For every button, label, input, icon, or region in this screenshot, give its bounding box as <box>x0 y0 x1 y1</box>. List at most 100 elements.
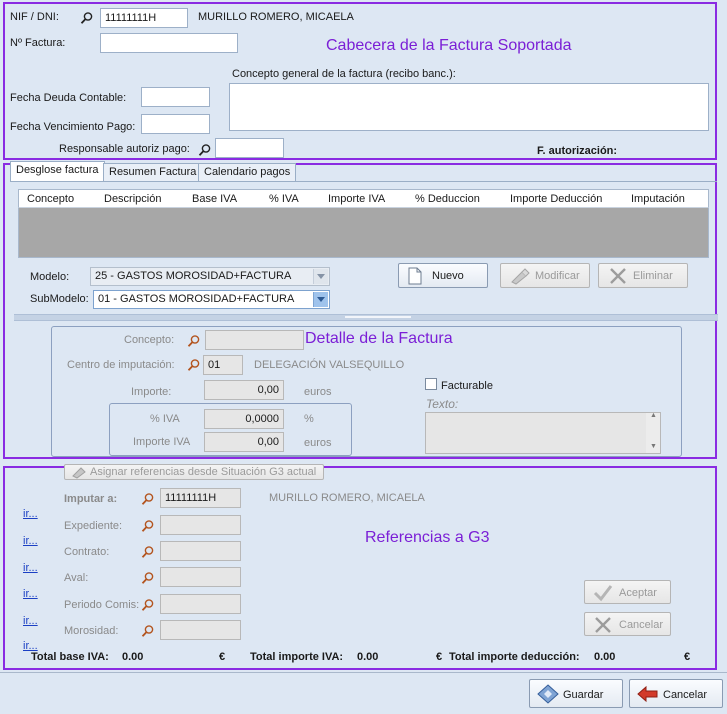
assign-references-button[interactable]: Asignar referencias desde Situación G3 a… <box>64 464 324 480</box>
search-icon[interactable] <box>141 519 155 533</box>
file-input[interactable] <box>160 515 241 535</box>
modify-button-label: Modificar <box>535 270 580 282</box>
grid-col-importe-iva[interactable]: Importe IVA <box>328 193 385 205</box>
new-button-label: Nuevo <box>432 270 464 282</box>
search-icon[interactable] <box>141 598 155 612</box>
period-input[interactable] <box>160 594 241 614</box>
grid-col-pct-deduccion[interactable]: % Deduccion <box>415 193 480 205</box>
footer-separator <box>0 672 727 673</box>
text-textarea[interactable] <box>425 412 661 454</box>
cancel-button-label: Cancelar <box>663 689 708 701</box>
nif-label: NIF / DNI: <box>10 11 59 23</box>
close-icon <box>610 268 626 284</box>
submodel-value: 01 - GASTOS MOROSIDAD+FACTURA <box>98 293 295 305</box>
total-base-label: Total base IVA: <box>31 651 109 663</box>
submodel-label: SubModelo: <box>30 293 89 305</box>
search-icon[interactable] <box>141 545 155 559</box>
chevron-down-icon[interactable] <box>313 269 328 284</box>
tab-resumen[interactable]: Resumen Factura <box>103 163 203 181</box>
grid-col-descripcion[interactable]: Descripción <box>104 193 161 205</box>
billable-checkbox[interactable] <box>425 378 437 390</box>
references-annotation: Referencias a G3 <box>365 529 490 546</box>
grid-col-imputacion[interactable]: Imputación <box>631 193 685 205</box>
guarantee-label: Aval: <box>64 572 89 584</box>
submodel-select[interactable]: 01 - GASTOS MOROSIDAD+FACTURA <box>93 290 330 309</box>
billable-label: Facturable <box>441 380 493 392</box>
grid-col-pct-iva[interactable]: % IVA <box>269 193 299 205</box>
save-button[interactable]: Guardar <box>529 679 623 708</box>
total-base-value: 0.00 <box>122 651 144 663</box>
search-icon[interactable] <box>187 334 201 348</box>
model-select[interactable]: 25 - GASTOS MOROSIDAD+FACTURA <box>90 267 330 286</box>
goto-link-3[interactable]: ir... <box>23 562 38 574</box>
due-date-input[interactable] <box>141 114 210 134</box>
contract-input[interactable] <box>160 541 241 561</box>
tab-desglose[interactable]: Desglose factura <box>10 161 105 181</box>
vat-amount-input[interactable]: 0,00 <box>204 432 284 452</box>
search-icon[interactable] <box>198 143 212 157</box>
scroll-down-icon[interactable]: ▼ <box>650 443 657 450</box>
invoice-number-label: Nº Factura: <box>10 37 66 49</box>
modify-button[interactable]: Modificar <box>500 263 590 288</box>
delete-button[interactable]: Eliminar <box>598 263 688 288</box>
total-deduction-value: 0.00 <box>594 651 616 663</box>
accept-button[interactable]: Aceptar <box>584 580 671 604</box>
model-label: Modelo: <box>30 271 70 283</box>
cancel-reference-button[interactable]: Cancelar <box>584 612 671 636</box>
concept-textarea[interactable] <box>229 83 709 131</box>
chevron-down-icon[interactable] <box>313 292 328 307</box>
total-base-currency: € <box>219 651 226 663</box>
debt-date-input[interactable] <box>141 87 210 107</box>
cancel-button[interactable]: Cancelar <box>629 679 723 708</box>
impute-input[interactable]: 11111111H <box>160 488 241 508</box>
save-icon <box>537 684 559 704</box>
search-icon[interactable] <box>141 571 155 585</box>
grid-col-importe-deduccion[interactable]: Importe Deducción <box>510 193 602 205</box>
splitter-grip <box>345 316 411 318</box>
vat-pct-input[interactable]: 0,0000 <box>204 409 284 429</box>
search-icon[interactable] <box>141 492 155 506</box>
search-icon[interactable] <box>187 358 201 372</box>
center-name: DELEGACIÓN VALSEQUILLO <box>254 359 405 371</box>
detail-concept-input[interactable] <box>205 330 304 350</box>
responsible-input[interactable] <box>215 138 284 158</box>
center-label: Centro de imputación: <box>67 359 175 371</box>
auth-date-label: F. autorización: <box>537 145 618 157</box>
nif-input[interactable]: 11111111H <box>100 8 188 28</box>
guarantee-input[interactable] <box>160 567 241 587</box>
center-code-input[interactable]: 01 <box>203 355 243 375</box>
total-deduction-label: Total importe deducción: <box>449 651 580 663</box>
model-value: 25 - GASTOS MOROSIDAD+FACTURA <box>95 270 292 282</box>
amount-label: Importe: <box>131 386 172 398</box>
invoice-number-input[interactable] <box>100 33 238 53</box>
goto-link-2[interactable]: ir... <box>23 535 38 547</box>
amount-input[interactable]: 0,00 <box>204 380 284 400</box>
new-button[interactable]: Nuevo <box>398 263 488 288</box>
file-label: Expediente: <box>64 520 123 532</box>
detail-concept-label: Concepto: <box>124 334 175 346</box>
grid-col-base-iva[interactable]: Base IVA <box>192 193 237 205</box>
search-icon[interactable] <box>80 11 94 25</box>
amount-unit: euros <box>304 386 332 398</box>
vat-pct-label: % IVA <box>150 413 180 425</box>
due-date-label: Fecha Vencimiento Pago: <box>10 121 136 133</box>
goto-link-1[interactable]: ir... <box>23 508 38 520</box>
vat-amount-label: Importe IVA <box>133 436 191 448</box>
goto-link-5[interactable]: ir... <box>23 615 38 627</box>
total-vat-value: 0.00 <box>357 651 379 663</box>
check-icon <box>593 585 613 602</box>
total-vat-label: Total importe IVA: <box>250 651 344 663</box>
cancel-reference-label: Cancelar <box>619 619 664 631</box>
assign-references-label: Asignar referencias desde Situación G3 a… <box>90 466 317 478</box>
goto-link-4[interactable]: ir... <box>23 588 38 600</box>
grid-col-concepto[interactable]: Concepto <box>27 193 74 205</box>
tab-calendario[interactable]: Calendario pagos <box>198 163 297 181</box>
text-label: Texto: <box>426 397 459 411</box>
supplier-name: MURILLO ROMERO, MICAELA <box>198 11 354 23</box>
default-input[interactable] <box>160 620 241 640</box>
scroll-up-icon[interactable]: ▲ <box>650 412 657 419</box>
responsible-label: Responsable autoriz pago: <box>59 143 190 155</box>
search-icon[interactable] <box>141 624 155 638</box>
cancel-arrow-icon <box>637 685 658 703</box>
grid-body[interactable] <box>18 208 709 258</box>
